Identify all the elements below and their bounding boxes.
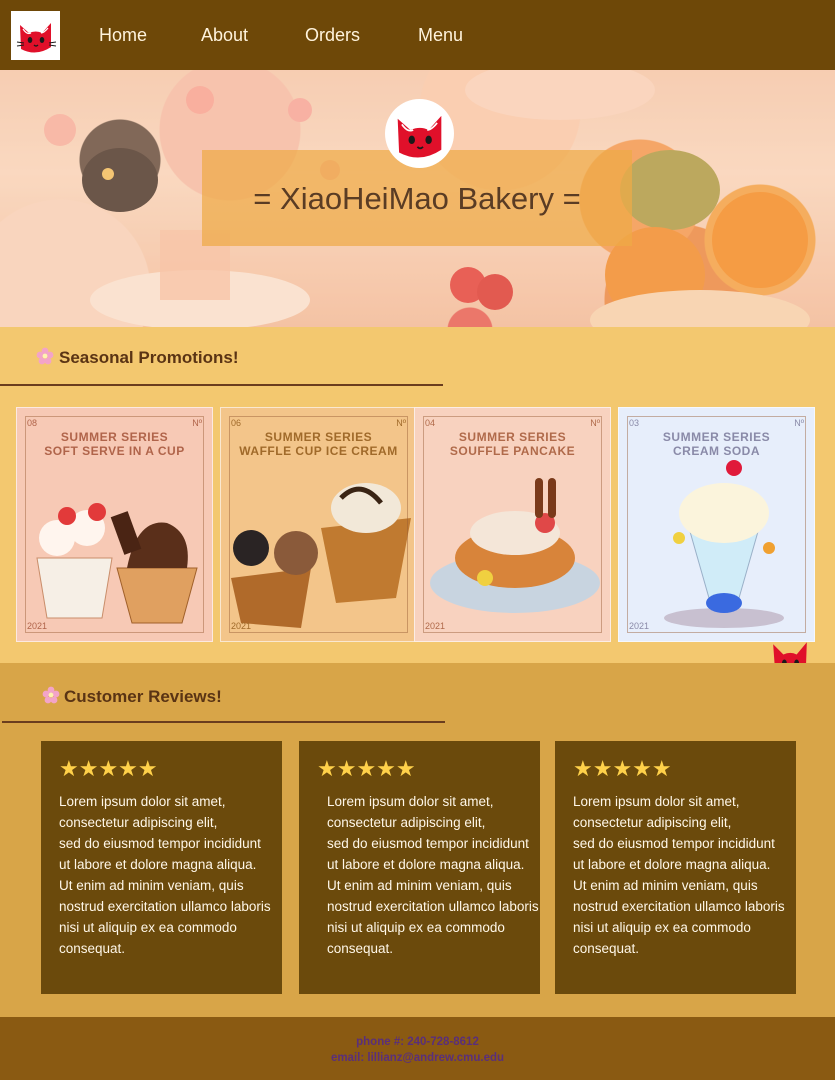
review-line: Ut enim ad minim veniam, quis bbox=[573, 878, 758, 893]
card-year: 2021 bbox=[425, 621, 446, 631]
review-line: sed do eiusmod tempor incididunt bbox=[59, 836, 261, 851]
nav-link-orders[interactable]: Orders bbox=[305, 24, 360, 46]
nav-link-menu[interactable]: Menu bbox=[418, 24, 463, 46]
review-line: sed do eiusmod tempor incididunt bbox=[327, 836, 529, 851]
nav-link-home[interactable]: Home bbox=[99, 24, 147, 46]
card-number-label: Nº bbox=[590, 418, 600, 428]
review-line: nisi ut aliquip ex ea commodo bbox=[59, 920, 237, 935]
review-line: sed do eiusmod tempor incididunt bbox=[573, 836, 775, 851]
promo-card-soft-serve[interactable]: 08 Nº SUMMER SERIES SOFT SERVE IN A CUP … bbox=[16, 407, 213, 642]
review-line: consequat. bbox=[573, 941, 640, 956]
card-number-label: Nº bbox=[794, 418, 804, 428]
star-rating: ★★★★★ bbox=[573, 756, 672, 781]
card-title: WAFFLE CUP ICE CREAM bbox=[239, 444, 398, 458]
card-year: 2021 bbox=[629, 621, 650, 631]
promo-card-waffle-cup[interactable]: 06 Nº SUMMER SERIES WAFFLE CUP ICE CREAM… bbox=[220, 407, 417, 642]
card-number: 06 bbox=[231, 418, 242, 428]
promotions-heading: Seasonal Promotions! bbox=[59, 348, 239, 367]
review-line: nostrud exercitation ullamco laboris bbox=[59, 899, 271, 914]
review-line: nostrud exercitation ullamco laboris bbox=[573, 899, 785, 914]
card-year: 2021 bbox=[27, 621, 48, 631]
card-number-label: Nº bbox=[396, 418, 406, 428]
review-text: Lorem ipsum dolor sit amet, consectetur … bbox=[573, 791, 788, 959]
card-series: SUMMER SERIES bbox=[60, 430, 169, 444]
reviews-section: Customer Reviews! ★★★★★ Lorem ipsum dolo… bbox=[0, 663, 835, 1017]
promotions-section: Seasonal Promotions! 08 Nº SUMMER SERIES… bbox=[0, 327, 835, 663]
flower-icon bbox=[36, 347, 54, 365]
card-title: CREAM SODA bbox=[672, 444, 760, 458]
card-series: SUMMER SERIES bbox=[662, 430, 771, 444]
star-rating: ★★★★★ bbox=[317, 756, 416, 781]
star-rating: ★★★★★ bbox=[59, 756, 158, 781]
black-cat-logo-icon bbox=[397, 115, 442, 158]
review-card: ★★★★★ Lorem ipsum dolor sit amet, consec… bbox=[41, 741, 282, 994]
footer-email[interactable]: email: lillianz@andrew.cmu.edu bbox=[0, 1051, 835, 1065]
review-line: consectetur adipiscing elit, bbox=[327, 815, 486, 830]
hero-badge bbox=[385, 99, 454, 168]
hero-title: = XiaoHeiMao Bakery = bbox=[253, 181, 581, 216]
card-series: SUMMER SERIES bbox=[458, 430, 567, 444]
review-text: Lorem ipsum dolor sit amet, consectetur … bbox=[59, 791, 274, 959]
review-line: Ut enim ad minim veniam, quis bbox=[59, 878, 244, 893]
card-number: 08 bbox=[27, 418, 38, 428]
footer: phone #: 240-728-8612 email: lillianz@an… bbox=[0, 1017, 835, 1080]
review-line: nisi ut aliquip ex ea commodo bbox=[573, 920, 751, 935]
review-line: Lorem ipsum dolor sit amet, bbox=[573, 794, 740, 809]
review-line: consectetur adipiscing elit, bbox=[59, 815, 218, 830]
flower-icon bbox=[42, 686, 60, 704]
black-cat-logo-icon bbox=[16, 23, 57, 53]
card-number-label: Nº bbox=[192, 418, 202, 428]
reviews-heading: Customer Reviews! bbox=[64, 687, 222, 706]
promotions-divider bbox=[0, 384, 443, 386]
card-number: 04 bbox=[425, 418, 436, 428]
card-title: SOUFFLE PANCAKE bbox=[449, 444, 576, 458]
review-line: consequat. bbox=[59, 941, 126, 956]
hero-banner: = XiaoHeiMao Bakery = bbox=[0, 70, 835, 327]
review-line: nisi ut aliquip ex ea commodo bbox=[327, 920, 505, 935]
card-year: 2021 bbox=[231, 621, 252, 631]
logo-link[interactable] bbox=[11, 11, 60, 60]
review-line: nostrud exercitation ullamco laboris bbox=[327, 899, 539, 914]
top-nav: Home About Orders Menu bbox=[0, 0, 835, 70]
card-title: SOFT SERVE IN A CUP bbox=[44, 444, 185, 458]
reviews-divider bbox=[2, 721, 445, 723]
review-text: Lorem ipsum dolor sit amet, consectetur … bbox=[327, 791, 542, 959]
review-line: consectetur adipiscing elit, bbox=[573, 815, 732, 830]
review-line: ut labore et dolore magna aliqua. bbox=[327, 857, 525, 872]
card-number: 03 bbox=[629, 418, 640, 428]
review-line: Ut enim ad minim veniam, quis bbox=[327, 878, 512, 893]
nav-link-about[interactable]: About bbox=[201, 24, 248, 46]
card-series: SUMMER SERIES bbox=[264, 430, 373, 444]
review-line: Lorem ipsum dolor sit amet, bbox=[327, 794, 494, 809]
promo-card-souffle-pancake[interactable]: 04 Nº SUMMER SERIES SOUFFLE PANCAKE 2021 bbox=[414, 407, 611, 642]
review-line: ut labore et dolore magna aliqua. bbox=[59, 857, 257, 872]
review-line: Lorem ipsum dolor sit amet, bbox=[59, 794, 226, 809]
review-card: ★★★★★ Lorem ipsum dolor sit amet, consec… bbox=[555, 741, 796, 994]
review-line: consequat. bbox=[327, 941, 394, 956]
promo-card-cream-soda[interactable]: 03 Nº SUMMER SERIES CREAM SODA 2021 bbox=[618, 407, 815, 642]
review-card: ★★★★★ Lorem ipsum dolor sit amet, consec… bbox=[299, 741, 540, 994]
footer-phone: phone #: 240-728-8612 bbox=[356, 1036, 479, 1048]
review-line: ut labore et dolore magna aliqua. bbox=[573, 857, 771, 872]
